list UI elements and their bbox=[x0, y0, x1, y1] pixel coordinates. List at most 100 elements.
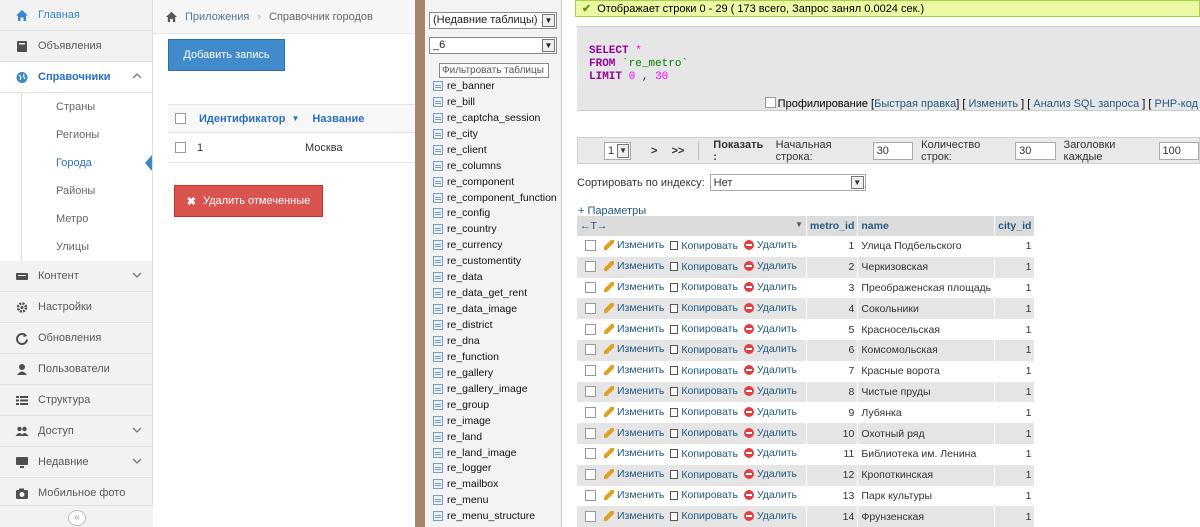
table-list-item[interactable]: re_gallery_image bbox=[433, 381, 561, 397]
delete-row-link[interactable]: Удалить bbox=[743, 447, 797, 459]
page-select[interactable]: 1 ▼ bbox=[604, 141, 632, 160]
sidebar-item-settings[interactable]: Настройки bbox=[0, 292, 152, 323]
delete-row-link[interactable]: Удалить bbox=[743, 510, 797, 522]
copy-row-link[interactable]: Копировать bbox=[670, 427, 738, 439]
table-list-item[interactable]: re_group bbox=[433, 397, 561, 413]
edit-row-link[interactable]: Изменить bbox=[604, 260, 664, 272]
table-icon[interactable] bbox=[433, 479, 443, 490]
column-header-name[interactable]: name bbox=[857, 216, 996, 236]
table-icon[interactable] bbox=[433, 399, 443, 410]
sidebar-item-updates[interactable]: Обновления bbox=[0, 323, 152, 354]
row-checkbox[interactable] bbox=[585, 281, 596, 293]
table-icon[interactable] bbox=[433, 160, 443, 171]
edit-link[interactable]: Изменить bbox=[968, 98, 1018, 110]
sort-desc-icon[interactable]: ▼ bbox=[292, 114, 300, 123]
table-list-item[interactable]: re_customentity bbox=[433, 253, 561, 269]
table-list-item[interactable]: re_country bbox=[433, 221, 561, 237]
submenu-item-cities[interactable]: Города bbox=[21, 149, 152, 177]
table-list-item[interactable]: re_menu bbox=[433, 492, 561, 508]
column-header-id[interactable]: Идентификатор bbox=[199, 113, 286, 125]
row-checkbox[interactable] bbox=[585, 302, 596, 314]
table-list-item[interactable]: re_function bbox=[433, 349, 561, 365]
table-list-item[interactable]: re_config bbox=[433, 206, 561, 222]
row-checkbox[interactable] bbox=[585, 323, 596, 335]
table-list-item[interactable]: re_data bbox=[433, 269, 561, 285]
copy-row-link[interactable]: Копировать bbox=[670, 510, 738, 522]
delete-row-link[interactable]: Удалить bbox=[743, 489, 797, 501]
table-list-item[interactable]: re_land_image bbox=[433, 445, 561, 461]
edit-row-link[interactable]: Изменить bbox=[604, 489, 664, 501]
submenu-item-regions[interactable]: Регионы bbox=[21, 121, 152, 149]
edit-row-link[interactable]: Изменить bbox=[604, 447, 664, 459]
copy-row-link[interactable]: Копировать bbox=[670, 385, 738, 397]
table-icon[interactable] bbox=[433, 304, 443, 315]
copy-row-link[interactable]: Копировать bbox=[670, 323, 738, 335]
column-arrows[interactable]: ←T→ bbox=[580, 220, 607, 232]
row-checkbox[interactable] bbox=[585, 261, 596, 273]
php-code-link[interactable]: PHP-код bbox=[1154, 98, 1198, 110]
row-checkbox[interactable] bbox=[585, 427, 596, 439]
table-list-item[interactable]: re_dna bbox=[433, 333, 561, 349]
edit-row-link[interactable]: Изменить bbox=[604, 323, 664, 335]
table-list-item[interactable]: re_banner bbox=[433, 78, 561, 94]
edit-row-link[interactable]: Изменить bbox=[604, 510, 664, 522]
table-icon[interactable] bbox=[433, 463, 443, 474]
table-icon[interactable] bbox=[433, 112, 443, 123]
delete-row-link[interactable]: Удалить bbox=[743, 260, 797, 272]
edit-row-link[interactable]: Изменить bbox=[604, 406, 664, 418]
select-all-checkbox[interactable] bbox=[175, 113, 186, 124]
table-icon[interactable] bbox=[433, 335, 443, 346]
add-record-button[interactable]: Добавить запись bbox=[168, 39, 285, 71]
delete-row-link[interactable]: Удалить bbox=[743, 323, 797, 335]
table-icon[interactable] bbox=[433, 192, 443, 203]
delete-row-link[interactable]: Удалить bbox=[743, 343, 797, 355]
edit-row-link[interactable]: Изменить bbox=[604, 468, 664, 480]
table-icon[interactable] bbox=[433, 320, 443, 331]
table-icon[interactable] bbox=[433, 256, 443, 267]
edit-row-link[interactable]: Изменить bbox=[604, 281, 664, 293]
copy-row-link[interactable]: Копировать bbox=[670, 240, 738, 252]
table-list-item[interactable]: re_client bbox=[433, 142, 561, 158]
copy-row-link[interactable]: Копировать bbox=[670, 365, 738, 377]
delete-row-link[interactable]: Удалить bbox=[743, 427, 797, 439]
table-list-item[interactable]: re_columns bbox=[433, 158, 561, 174]
breadcrumb-item-apps[interactable]: Приложения bbox=[185, 11, 249, 23]
table-list-item[interactable]: re_image bbox=[433, 413, 561, 429]
delete-row-link[interactable]: Удалить bbox=[743, 385, 797, 397]
frame-splitter[interactable] bbox=[415, 0, 425, 527]
next-page-button[interactable]: > bbox=[651, 145, 657, 157]
table-icon[interactable] bbox=[433, 240, 443, 251]
table-icon[interactable] bbox=[433, 96, 443, 107]
table-icon[interactable] bbox=[433, 176, 443, 187]
edit-row-link[interactable]: Изменить bbox=[604, 427, 664, 439]
profiling-checkbox[interactable] bbox=[764, 97, 776, 108]
sidebar-item-home[interactable]: Главная bbox=[0, 0, 152, 31]
sidebar-item-content[interactable]: Контент bbox=[0, 261, 152, 292]
table-list-item[interactable]: re_component bbox=[433, 174, 561, 190]
table-icon[interactable] bbox=[433, 208, 443, 219]
chevron-down-icon[interactable]: ▼ bbox=[795, 220, 803, 229]
headers-every-input[interactable]: 100 bbox=[1158, 141, 1200, 160]
sidebar-item-directories[interactable]: Справочники bbox=[0, 62, 152, 93]
delete-row-link[interactable]: Удалить bbox=[743, 364, 797, 376]
copy-row-link[interactable]: Копировать bbox=[670, 489, 738, 501]
row-checkbox[interactable] bbox=[585, 240, 596, 252]
table-list-item[interactable]: re_data_image bbox=[433, 301, 561, 317]
edit-row-link[interactable]: Изменить bbox=[604, 302, 664, 314]
copy-row-link[interactable]: Копировать bbox=[670, 302, 738, 314]
table-icon[interactable] bbox=[433, 447, 443, 458]
table-icon[interactable] bbox=[433, 383, 443, 394]
table-list-item[interactable]: re_captcha_session bbox=[433, 110, 561, 126]
table-icon[interactable] bbox=[433, 128, 443, 139]
delete-selected-button[interactable]: ✖ Удалить отмеченные bbox=[174, 185, 323, 217]
column-header-city-id[interactable]: city_id bbox=[994, 216, 1036, 236]
row-checkbox[interactable] bbox=[175, 142, 186, 153]
submenu-item-districts[interactable]: Районы bbox=[21, 177, 152, 205]
submenu-item-countries[interactable]: Страны bbox=[21, 93, 152, 121]
edit-row-link[interactable]: Изменить bbox=[604, 364, 664, 376]
edit-row-link[interactable]: Изменить bbox=[604, 239, 664, 251]
database-select[interactable]: _6 ▼ bbox=[429, 37, 557, 54]
sidebar-item-access[interactable]: Доступ bbox=[0, 416, 152, 447]
table-list-item[interactable]: re_mailbox bbox=[433, 476, 561, 492]
copy-row-link[interactable]: Копировать bbox=[670, 344, 738, 356]
